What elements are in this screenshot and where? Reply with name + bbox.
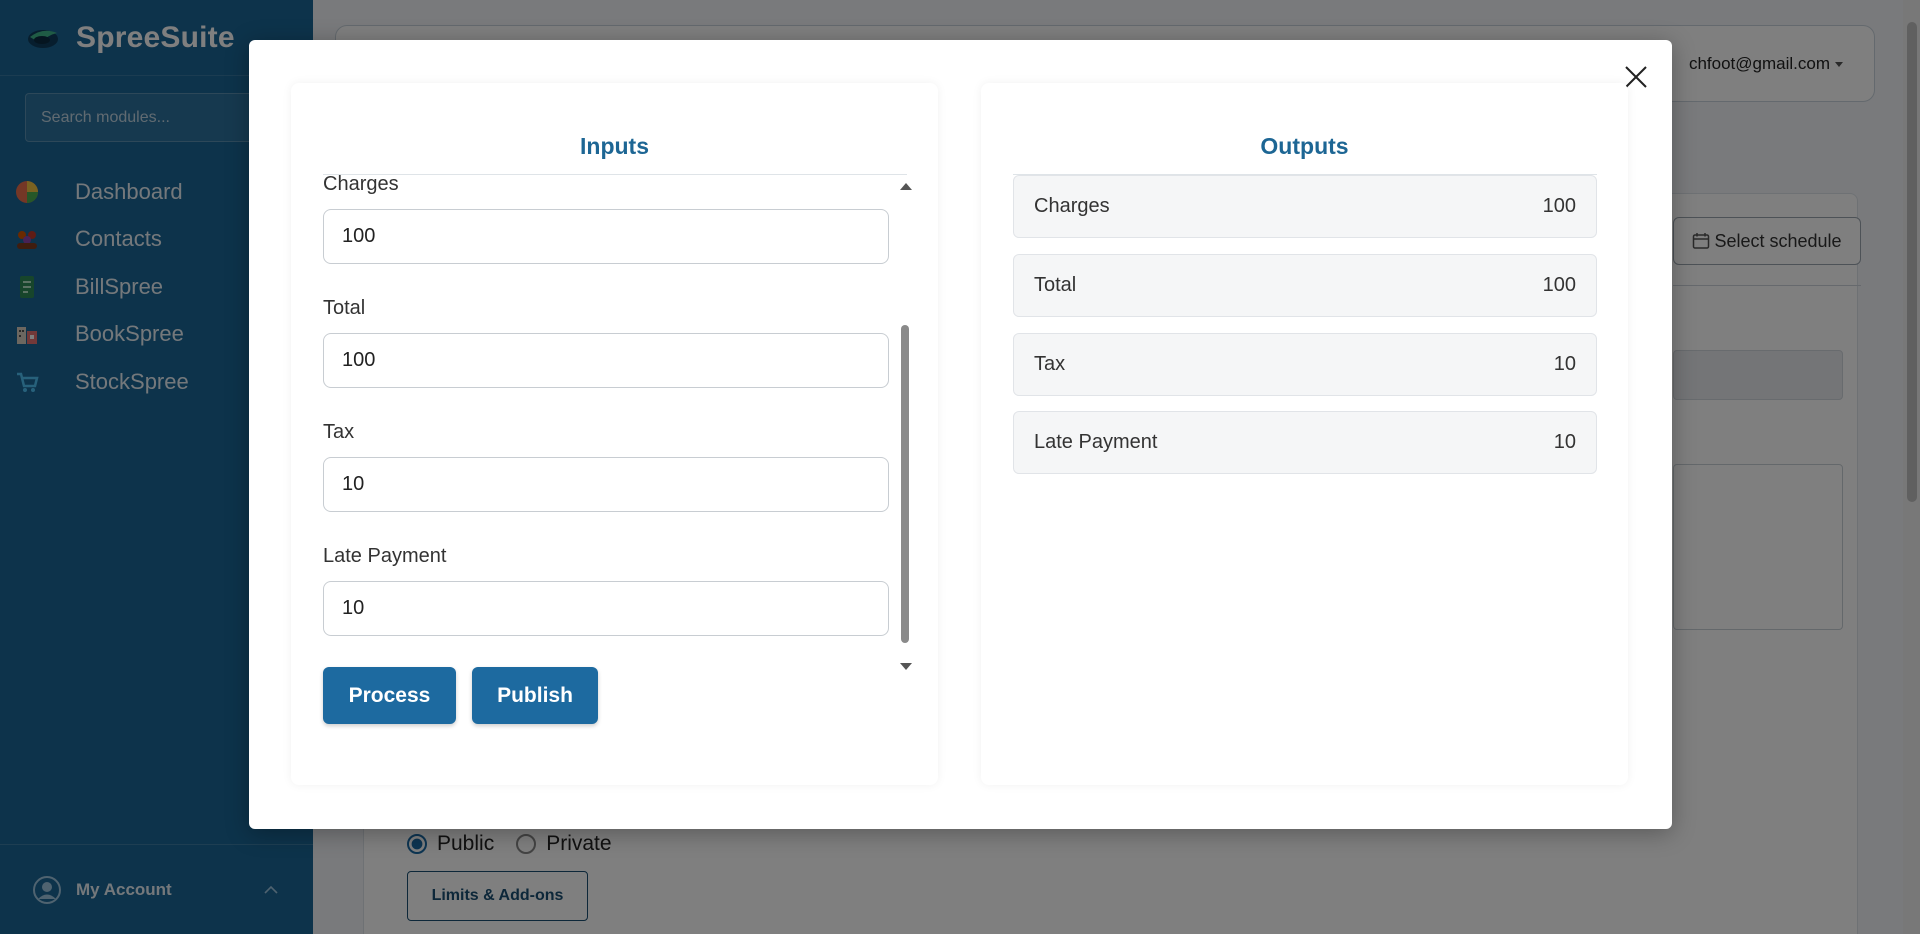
field-label-tax: Tax — [323, 421, 355, 443]
scrollbar-thumb[interactable] — [901, 325, 909, 643]
output-row-late-payment: Late Payment 10 — [1013, 411, 1597, 474]
inputs-panel: Inputs Charges Total Tax Late Payment Pr… — [291, 83, 938, 785]
tax-input[interactable] — [323, 457, 889, 512]
scroll-down-arrow-icon[interactable] — [900, 663, 912, 670]
charges-input[interactable] — [323, 209, 889, 264]
outputs-title: Outputs — [1260, 133, 1349, 159]
process-modal: Inputs Charges Total Tax Late Payment Pr… — [249, 40, 1672, 829]
output-value: 100 — [1542, 274, 1576, 296]
process-button[interactable]: Process — [323, 667, 456, 724]
output-label: Tax — [1034, 353, 1066, 375]
output-row-tax: Tax 10 — [1013, 333, 1597, 396]
output-value: 100 — [1542, 195, 1576, 217]
scroll-up-arrow-icon[interactable] — [900, 183, 912, 190]
inputs-scrollbar[interactable] — [898, 183, 914, 670]
output-label: Total — [1034, 274, 1077, 296]
inputs-title: Inputs — [580, 133, 649, 159]
output-row-charges: Charges 100 — [1013, 175, 1597, 238]
field-label-charges: Charges — [323, 175, 399, 195]
output-label: Late Payment — [1034, 431, 1158, 453]
total-input[interactable] — [323, 333, 889, 388]
output-label: Charges — [1034, 195, 1110, 217]
late-payment-input[interactable] — [323, 581, 889, 636]
output-value: 10 — [1553, 431, 1576, 453]
output-row-total: Total 100 — [1013, 254, 1597, 317]
publish-button[interactable]: Publish — [472, 667, 598, 724]
inputs-scroll-area[interactable]: Charges Total Tax Late Payment — [323, 175, 916, 658]
output-value: 10 — [1553, 353, 1576, 375]
outputs-panel: Outputs Charges 100 Total 100 Tax 10 Lat… — [981, 83, 1628, 785]
field-label-total: Total — [323, 297, 366, 319]
field-label-late-payment: Late Payment — [323, 545, 447, 567]
